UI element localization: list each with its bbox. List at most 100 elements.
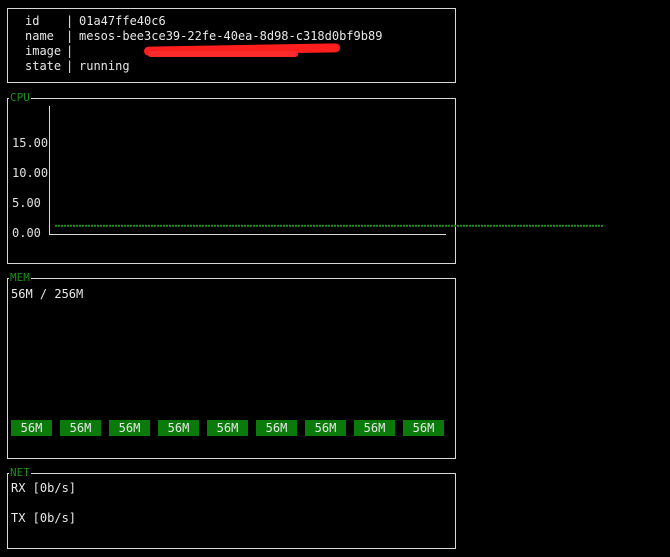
- cpu-data-point: [337, 224, 339, 227]
- cpu-data-point: [493, 224, 495, 227]
- cpu-data-point: [520, 224, 522, 227]
- cpu-data-point: [361, 224, 363, 227]
- mem-bar: 56M: [60, 420, 101, 436]
- cpu-data-point: [301, 224, 303, 227]
- cpu-data-point: [181, 224, 183, 227]
- cpu-data-point: [259, 224, 261, 227]
- cpu-data-point: [391, 224, 393, 227]
- cpu-data-point: [229, 224, 231, 227]
- cpu-data-point: [481, 224, 483, 227]
- cpu-data-point: [556, 224, 558, 227]
- cpu-data-point: [223, 224, 225, 227]
- cpu-data-point: [538, 224, 540, 227]
- cpu-data-point: [568, 224, 570, 227]
- cpu-data-point: [289, 224, 291, 227]
- cpu-data-point: [388, 224, 390, 227]
- cpu-data-point: [214, 224, 216, 227]
- cpu-data-point: [457, 224, 459, 227]
- cpu-data-point: [58, 224, 60, 227]
- cpu-data-point: [550, 224, 552, 227]
- cpu-data-point: [64, 224, 66, 227]
- cpu-data-point: [184, 224, 186, 227]
- cpu-data-point: [70, 224, 72, 227]
- cpu-data-point: [262, 224, 264, 227]
- cpu-data-point: [202, 224, 204, 227]
- cpu-data-point: [274, 224, 276, 227]
- cpu-data-point: [265, 224, 267, 227]
- cpu-data-point: [154, 224, 156, 227]
- cpu-data-point: [418, 224, 420, 227]
- net-rx-text: RX [0b/s]: [11, 481, 77, 495]
- cpu-data-point: [247, 224, 249, 227]
- mem-bar: 56M: [354, 420, 395, 436]
- cpu-data-point: [241, 224, 243, 227]
- cpu-data-point: [190, 224, 192, 227]
- mem-bar: 56M: [11, 420, 52, 436]
- cpu-data-point: [142, 224, 144, 227]
- cpu-data-point: [436, 224, 438, 227]
- cpu-data-point: [442, 224, 444, 227]
- mem-bar: 56M: [305, 420, 346, 436]
- cpu-data-point: [505, 224, 507, 227]
- mem-bar: 56M: [207, 420, 248, 436]
- cpu-data-point: [454, 224, 456, 227]
- cpu-data-point: [175, 224, 177, 227]
- cpu-data-point: [151, 224, 153, 227]
- cpu-data-point: [355, 224, 357, 227]
- cpu-data-point: [211, 224, 213, 227]
- cpu-data-point: [55, 224, 57, 227]
- cpu-data-point: [478, 224, 480, 227]
- cpu-data-point: [469, 224, 471, 227]
- cpu-data-point: [193, 224, 195, 227]
- cpu-data-point: [427, 224, 429, 227]
- cpu-data-point: [499, 224, 501, 227]
- cpu-data-point: [577, 224, 579, 227]
- cpu-data-point: [409, 224, 411, 227]
- cpu-data-point: [475, 224, 477, 227]
- cpu-data-point: [178, 224, 180, 227]
- cpu-data-point: [217, 224, 219, 227]
- panel-title: MEM: [9, 271, 31, 285]
- cpu-data-point: [586, 224, 588, 227]
- cpu-data-point: [463, 224, 465, 227]
- cpu-data-point: [346, 224, 348, 227]
- cpu-data-point: [523, 224, 525, 227]
- cpu-data-point: [376, 224, 378, 227]
- cpu-data-point: [502, 224, 504, 227]
- cpu-data-point: [331, 224, 333, 227]
- cpu-data-point: [79, 224, 81, 227]
- cpu-data-point: [382, 224, 384, 227]
- cpu-data-point: [232, 224, 234, 227]
- cpu-data-point: [367, 224, 369, 227]
- cpu-data-point: [439, 224, 441, 227]
- cpu-data-point: [61, 224, 63, 227]
- cpu-data-point: [118, 224, 120, 227]
- cpu-data-point: [313, 224, 315, 227]
- cpu-data-point: [280, 224, 282, 227]
- cpu-data-point: [292, 224, 294, 227]
- mem-bar: 56M: [158, 420, 199, 436]
- cpu-data-point: [514, 224, 516, 227]
- cpu-data-point: [226, 224, 228, 227]
- cpu-data-point: [253, 224, 255, 227]
- mem-usage-text: 56M / 256M: [11, 287, 84, 301]
- cpu-data-point: [511, 224, 513, 227]
- cpu-data-point: [580, 224, 582, 227]
- cpu-data-point: [352, 224, 354, 227]
- cpu-data-point: [316, 224, 318, 227]
- cpu-data-point: [571, 224, 573, 227]
- cpu-data-point: [508, 224, 510, 227]
- cpu-data-point: [430, 224, 432, 227]
- cpu-data-point: [85, 224, 87, 227]
- cpu-data-point: [328, 224, 330, 227]
- mem-bar: 56M: [256, 420, 297, 436]
- cpu-data-point: [271, 224, 273, 227]
- cpu-data-point: [322, 224, 324, 227]
- cpu-data-point: [400, 224, 402, 227]
- cpu-data-point: [589, 224, 591, 227]
- cpu-data-point: [238, 224, 240, 227]
- cpu-data-point: [157, 224, 159, 227]
- net-tx-text: TX [0b/s]: [11, 511, 77, 525]
- cpu-data-point: [379, 224, 381, 227]
- cpu-data-point: [544, 224, 546, 227]
